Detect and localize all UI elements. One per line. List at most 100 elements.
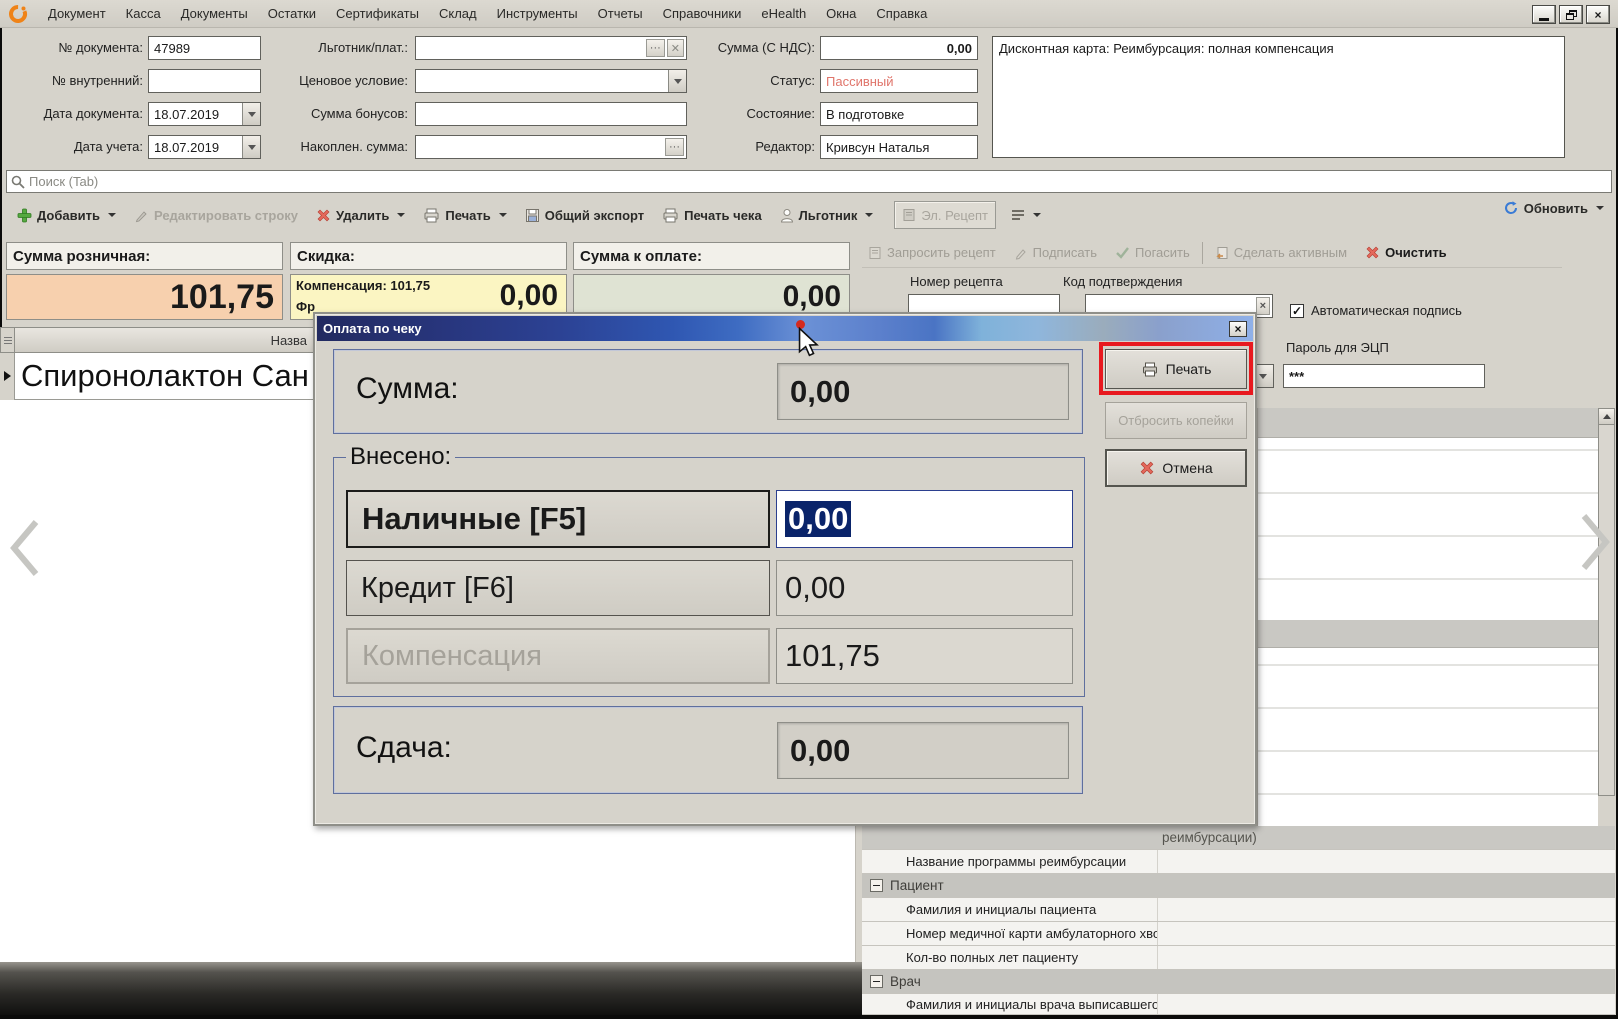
credit-f6-button[interactable]: Кредит [F6] <box>346 560 770 616</box>
dialog-title-bar[interactable]: Оплата по чеку × <box>317 316 1253 341</box>
doc-number-value: 47989 <box>154 41 190 56</box>
internal-number-label: № внутренний: <box>8 69 143 93</box>
menu-warehouse[interactable]: Склад <box>429 3 487 24</box>
change-label: Сдача: <box>356 731 452 765</box>
collapse-icon[interactable] <box>870 975 883 988</box>
menu-cashdesk[interactable]: Касса <box>116 3 171 24</box>
price-condition-field[interactable] <box>415 69 687 93</box>
status-field: Пассивный <box>820 69 978 93</box>
make-active-button[interactable]: Сделать активным <box>1209 242 1353 263</box>
compensation-button[interactable]: Компенсация <box>346 628 770 684</box>
internal-number-field[interactable] <box>148 69 261 93</box>
print-label: Печать <box>445 208 490 223</box>
nav-left-chevron[interactable] <box>6 516 42 580</box>
menu-help[interactable]: Справка <box>866 3 937 24</box>
print-button[interactable]: Печать <box>416 204 513 227</box>
scroll-up-button[interactable] <box>1599 409 1614 425</box>
redeem-button[interactable]: Погасить <box>1109 242 1196 263</box>
cash-f5-button[interactable]: Наличные [F5] <box>346 490 770 548</box>
menu-document[interactable]: Документ <box>38 3 116 24</box>
account-date-label: Дата учета: <box>8 135 143 159</box>
e-recipe-button[interactable]: Эл. Рецепт <box>894 201 996 229</box>
menu-directories[interactable]: Справочники <box>653 3 752 24</box>
price-condition-dropdown-button[interactable] <box>668 70 686 92</box>
search-input[interactable]: Поиск (Tab) <box>6 170 1612 193</box>
sign-button[interactable]: Подписать <box>1008 242 1103 263</box>
beneficiary-field[interactable]: ··· ✕ <box>415 36 687 60</box>
sum-vat-field[interactable]: 0,00 <box>820 36 978 60</box>
beneficiary-button[interactable]: Льготник <box>773 204 881 227</box>
drop-kopecks-button[interactable]: Отбросить копейки <box>1105 402 1247 439</box>
list-options-button[interactable] <box>1004 205 1048 225</box>
retail-sum-value: 101,75 <box>6 274 283 320</box>
ecp-password-label: Пароль для ЭЦП <box>1286 340 1389 355</box>
app-window: Документ Касса Документы Остатки Сертифи… <box>0 0 1618 1019</box>
change-panel: Сдача: 0,00 <box>333 706 1083 794</box>
property-row[interactable]: Название программы реимбурсации <box>862 850 1615 874</box>
beneficiary-browse-button[interactable]: ··· <box>646 39 665 57</box>
print-receipt-button[interactable]: Печать чека <box>655 204 769 227</box>
clear-button[interactable]: Очистить <box>1359 242 1453 263</box>
export-icon <box>525 208 540 223</box>
account-date-field[interactable]: 18.07.2019 <box>148 135 261 159</box>
menu-documents[interactable]: Документы <box>171 3 258 24</box>
menu-ehealth[interactable]: eHealth <box>751 3 816 24</box>
add-button[interactable]: Добавить <box>10 204 123 227</box>
property-row[interactable]: Номер медичної карти амбулаторного хворо… <box>862 922 1615 946</box>
beneficiary-clear-button[interactable]: ✕ <box>667 39 684 57</box>
redeem-label: Погасить <box>1135 245 1190 260</box>
collapse-icon[interactable] <box>870 879 883 892</box>
edit-row-button[interactable]: Редактировать строку <box>127 204 305 227</box>
property-row[interactable]: Кол-во полных лет пациенту <box>862 946 1615 970</box>
property-row[interactable]: Фамилия и инициалы врача выписавшего рец… <box>862 994 1615 1015</box>
sum-vat-label: Сумма (С НДС): <box>700 36 815 60</box>
pencil-icon <box>1014 246 1028 260</box>
delete-button[interactable]: Удалить <box>309 204 412 227</box>
dialog-cancel-button[interactable]: Отмена <box>1105 449 1247 487</box>
chevron-down-icon <box>674 79 682 84</box>
chevron-down-icon <box>1033 213 1041 217</box>
doc-number-field[interactable]: 47989 <box>148 36 261 60</box>
restore-button[interactable] <box>1559 5 1583 24</box>
accumulated-sum-browse-button[interactable]: ··· <box>665 138 684 156</box>
request-recipe-button[interactable]: Запросить рецепт <box>862 242 1002 263</box>
property-row[interactable]: Фамилия и инициалы пациента <box>862 898 1615 922</box>
auto-sign-checkbox[interactable]: ✓ <box>1290 304 1304 318</box>
menu-stock[interactable]: Остатки <box>258 3 326 24</box>
menu-reports[interactable]: Отчеты <box>588 3 653 24</box>
dialog-close-button[interactable]: × <box>1229 321 1247 337</box>
dialog-print-button[interactable]: Печать <box>1105 349 1247 389</box>
confirm-code-clear-button[interactable]: × <box>1256 297 1270 315</box>
account-date-dropdown-button[interactable] <box>242 136 260 158</box>
menu-tools[interactable]: Инструменты <box>487 3 588 24</box>
cash-input[interactable]: 0,00 <box>776 490 1073 548</box>
delete-label: Удалить <box>336 208 389 223</box>
close-button[interactable]: × <box>1586 5 1610 24</box>
credit-f6-label: Кредит [F6] <box>361 572 514 605</box>
add-label: Добавить <box>37 208 100 223</box>
doc-number-label: № документа: <box>8 36 143 60</box>
property-group-row[interactable]: Пациент <box>862 874 1615 898</box>
property-row-label: Название программы реимбурсации <box>862 854 1157 869</box>
refresh-button[interactable]: Обновить <box>1503 200 1604 216</box>
menu-windows[interactable]: Окна <box>816 3 866 24</box>
nav-right-chevron[interactable] <box>1578 510 1614 574</box>
printer-icon <box>423 208 440 223</box>
accumulated-sum-label: Накоплен. сумма: <box>268 135 408 159</box>
sum-label: Сумма: <box>356 372 459 406</box>
make-active-label: Сделать активным <box>1234 245 1347 260</box>
vertical-scrollbar[interactable] <box>1598 408 1615 796</box>
bonus-sum-field[interactable] <box>415 102 687 126</box>
menu-certificates[interactable]: Сертификаты <box>326 3 429 24</box>
red-x-icon <box>316 208 331 223</box>
export-button[interactable]: Общий экспорт <box>518 204 651 227</box>
auto-sign-label: Автоматическая подпись <box>1311 303 1462 318</box>
doc-date-dropdown-button[interactable] <box>242 103 260 125</box>
minimize-button[interactable] <box>1532 5 1556 24</box>
ecp-password-field[interactable]: *** <box>1283 364 1485 388</box>
accumulated-sum-field[interactable]: ··· <box>415 135 687 159</box>
sum-panel: Сумма: 0,00 <box>333 349 1083 434</box>
status-label: Статус: <box>700 69 815 93</box>
doc-date-field[interactable]: 18.07.2019 <box>148 102 261 126</box>
property-group-row[interactable]: Врач <box>862 970 1615 994</box>
